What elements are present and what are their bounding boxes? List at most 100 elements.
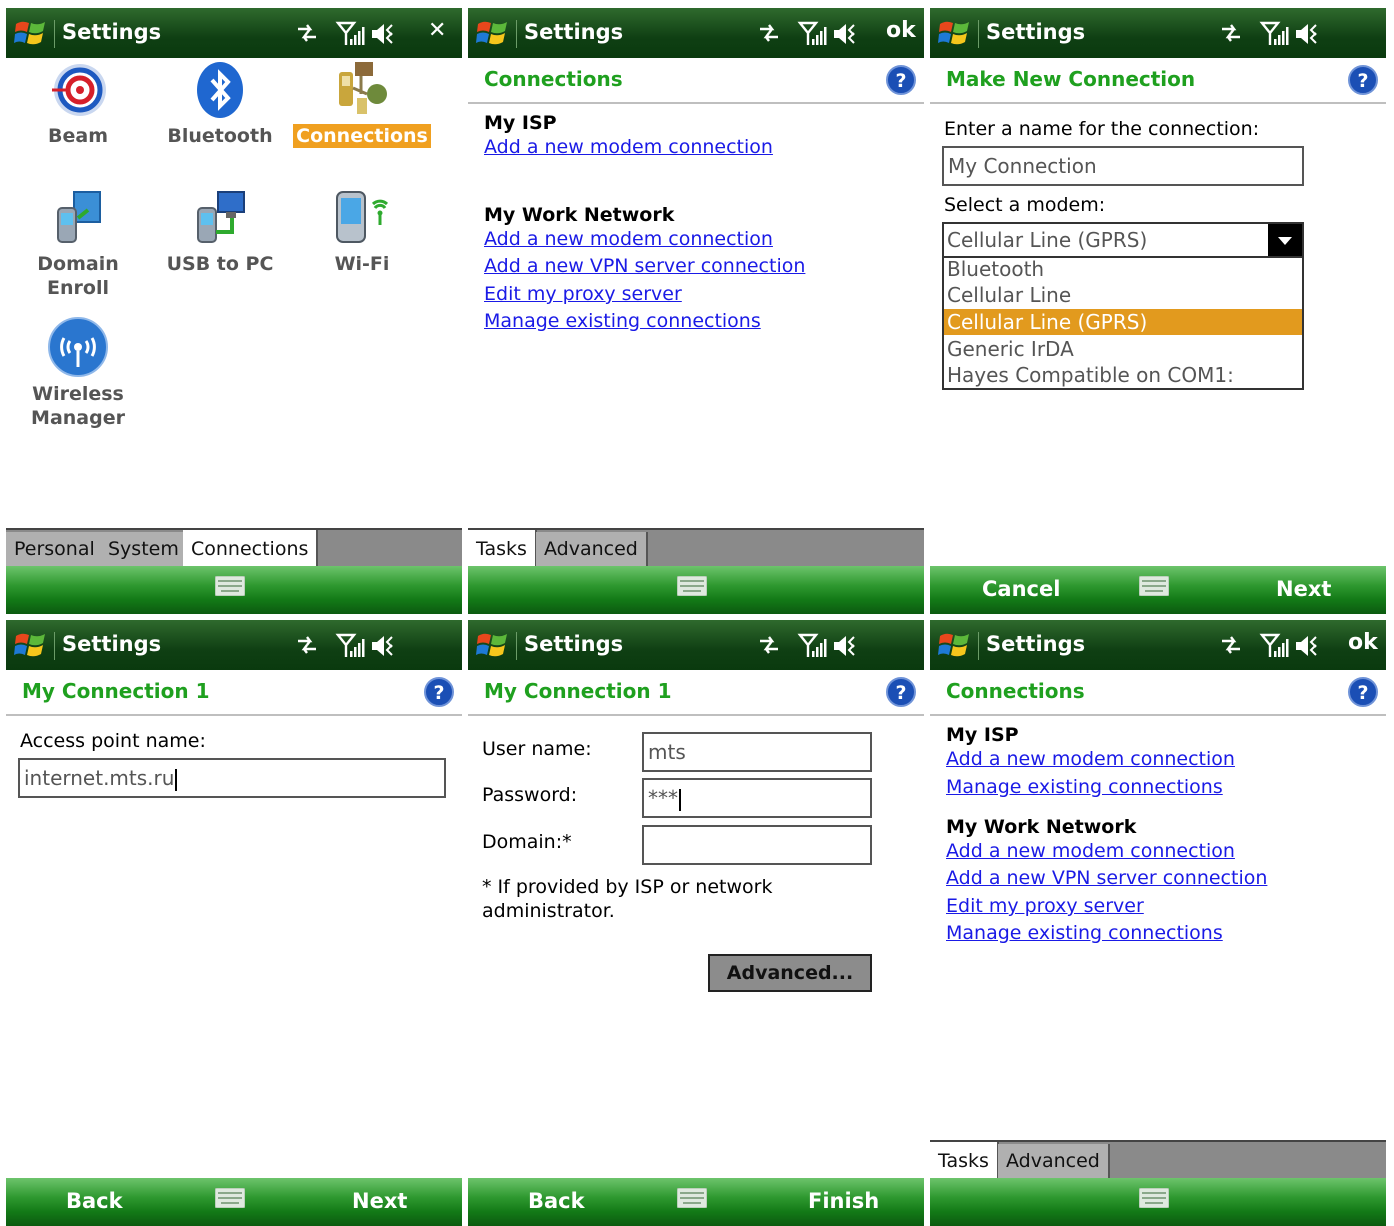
help-icon[interactable] <box>886 65 916 95</box>
start-menu-icon[interactable] <box>14 18 46 48</box>
help-icon[interactable] <box>424 677 454 707</box>
modem-option-selected[interactable]: Cellular Line (GPRS) <box>944 309 1302 335</box>
work-add-modem-link[interactable]: Add a new modem connection <box>484 228 773 250</box>
password-label: Password: <box>482 784 578 806</box>
tab-connections[interactable]: Connections <box>183 530 319 568</box>
wifi-item[interactable]: Wi-Fi <box>292 186 432 276</box>
work-manage-link[interactable]: Manage existing connections <box>946 922 1223 944</box>
start-menu-icon[interactable] <box>938 630 970 660</box>
start-menu-icon[interactable] <box>14 630 46 660</box>
keyboard-icon[interactable] <box>1139 1188 1169 1208</box>
advanced-button[interactable]: Advanced... <box>708 954 872 992</box>
title-bar: Settings ok <box>468 8 924 58</box>
next-button[interactable]: Next <box>1276 577 1331 601</box>
close-button[interactable]: ✕ <box>428 18 446 43</box>
soft-key-bar: Back Finish <box>468 1178 924 1226</box>
start-menu-icon[interactable] <box>476 18 508 48</box>
title: Settings <box>986 20 1086 44</box>
my-isp-heading: My ISP <box>946 724 1019 746</box>
ok-button[interactable]: ok <box>1348 630 1378 655</box>
modem-select[interactable]: Cellular Line (GPRS) <box>942 222 1304 258</box>
domain-input[interactable] <box>642 825 872 865</box>
status-icons[interactable] <box>1220 633 1320 659</box>
usb-to-pc-icon <box>197 191 245 243</box>
beam-item[interactable]: Beam <box>8 60 148 148</box>
work-edit-proxy-link[interactable]: Edit my proxy server <box>484 283 682 305</box>
modem-option[interactable]: Hayes Compatible on COM1: <box>944 362 1302 388</box>
wireless-manager-icon <box>48 317 108 377</box>
finish-button[interactable]: Finish <box>808 1189 879 1213</box>
bluetooth-icon <box>197 62 243 118</box>
tab-advanced[interactable]: Advanced <box>998 1144 1110 1178</box>
connections-icon <box>339 62 387 114</box>
tab-advanced[interactable]: Advanced <box>536 532 648 566</box>
soft-key-bar <box>6 566 462 614</box>
title: Settings <box>524 632 624 656</box>
title-bar: Settings ok <box>930 620 1386 670</box>
domain-enroll-item[interactable]: Domain Enroll <box>8 188 148 300</box>
chevron-down-icon[interactable] <box>1268 224 1302 256</box>
wireless-manager-item[interactable]: Wireless Manager <box>8 316 148 430</box>
page-header: My Connection 1 <box>468 670 924 716</box>
modem-select-value: Cellular Line (GPRS) <box>947 228 1148 252</box>
keyboard-icon[interactable] <box>677 576 707 596</box>
usb-to-pc-label: USB to PC <box>166 253 274 275</box>
work-add-modem-link[interactable]: Add a new modem connection <box>946 840 1235 862</box>
usb-to-pc-item[interactable]: USB to PC <box>150 188 290 276</box>
status-icons[interactable] <box>758 633 858 659</box>
tab-tasks[interactable]: Tasks <box>930 1142 999 1180</box>
soft-key-bar <box>930 1178 1386 1226</box>
status-icons[interactable] <box>758 21 858 47</box>
help-icon[interactable] <box>1348 677 1378 707</box>
user-name-input[interactable]: mts <box>642 732 872 772</box>
keyboard-icon[interactable] <box>1139 576 1169 596</box>
status-icons[interactable] <box>1220 21 1320 47</box>
isp-add-modem-link[interactable]: Add a new modem connection <box>484 136 773 158</box>
tab-system[interactable]: System <box>100 532 189 566</box>
back-button[interactable]: Back <box>528 1189 585 1213</box>
password-input[interactable]: *** <box>642 778 872 818</box>
connection-name-input[interactable]: My Connection <box>942 146 1304 186</box>
connections-tasks-screen: Settings ok Connections My ISP Add a new… <box>468 8 924 614</box>
modem-dropdown-list: Bluetooth Cellular Line Cellular Line (G… <box>942 256 1304 390</box>
isp-add-modem-link[interactable]: Add a new modem connection <box>946 748 1235 770</box>
page-title: My Connection 1 <box>22 679 210 703</box>
user-name-label: User name: <box>482 738 592 760</box>
modem-option[interactable]: Bluetooth <box>944 256 1302 282</box>
select-modem-label: Select a modem: <box>944 194 1106 216</box>
work-add-vpn-link[interactable]: Add a new VPN server connection <box>484 255 805 277</box>
next-button[interactable]: Next <box>352 1189 407 1213</box>
keyboard-icon[interactable] <box>677 1188 707 1208</box>
page-header: Connections <box>468 58 924 104</box>
isp-manage-link[interactable]: Manage existing connections <box>946 776 1223 798</box>
access-point-input[interactable]: internet.mts.ru <box>18 758 446 798</box>
access-point-label: Access point name: <box>20 730 206 752</box>
title: Settings <box>62 632 162 656</box>
ok-button[interactable]: ok <box>886 18 916 43</box>
work-add-vpn-link[interactable]: Add a new VPN server connection <box>946 867 1267 889</box>
modem-option[interactable]: Generic IrDA <box>944 336 1302 362</box>
page-header: Connections <box>930 670 1386 716</box>
keyboard-icon[interactable] <box>215 576 245 596</box>
back-button[interactable]: Back <box>66 1189 123 1213</box>
start-menu-icon[interactable] <box>476 630 508 660</box>
modem-option[interactable]: Cellular Line <box>944 282 1302 308</box>
connection-name-label: Enter a name for the connection: <box>944 118 1260 140</box>
tab-tasks[interactable]: Tasks <box>468 530 537 568</box>
status-icons[interactable] <box>296 633 396 659</box>
cancel-button[interactable]: Cancel <box>982 577 1060 601</box>
connections-item[interactable]: Connections <box>292 58 432 148</box>
keyboard-icon[interactable] <box>215 1188 245 1208</box>
work-edit-proxy-link[interactable]: Edit my proxy server <box>946 895 1144 917</box>
work-manage-link[interactable]: Manage existing connections <box>484 310 761 332</box>
start-menu-icon[interactable] <box>938 18 970 48</box>
soft-key-bar: Cancel Next <box>930 566 1386 614</box>
help-icon[interactable] <box>1348 65 1378 95</box>
status-icons[interactable] <box>296 21 396 47</box>
page-title: My Connection 1 <box>484 679 672 703</box>
bluetooth-item[interactable]: Bluetooth <box>150 60 290 148</box>
help-icon[interactable] <box>886 677 916 707</box>
my-work-network-heading: My Work Network <box>946 816 1137 838</box>
tab-personal[interactable]: Personal <box>6 532 105 566</box>
page-header: My Connection 1 <box>6 670 462 716</box>
